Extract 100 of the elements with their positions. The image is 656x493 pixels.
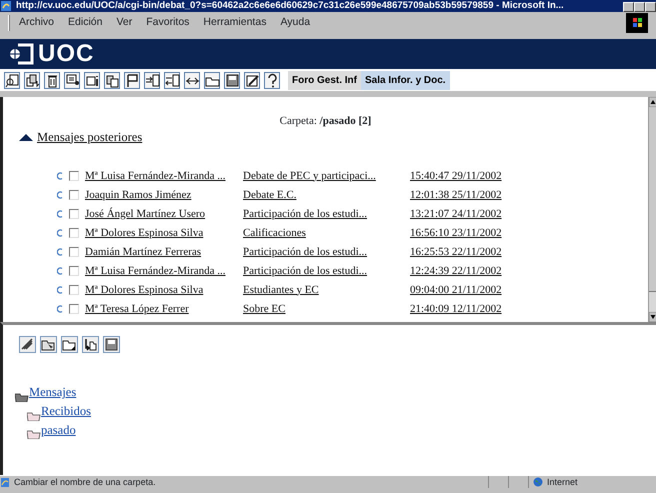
- document-arrow-icon: [164, 72, 180, 88]
- menu-item[interactable]: Ver: [116, 15, 132, 31]
- brush-icon: [20, 337, 35, 352]
- window-title: http://cv.uoc.edu/UOC/a/cgi-bin/debat_0?s=60462a2c6e6e6d60629c7c31c26e599e48675709ab53b59579859 - Microsoft In...: [16, 0, 565, 12]
- checkbox[interactable]: [69, 228, 79, 238]
- checkbox[interactable]: [69, 246, 79, 257]
- reply-icon: [57, 190, 63, 199]
- previous-messages-link[interactable]: Mensajes posteriores: [37, 128, 142, 146]
- reply-icon: [57, 304, 63, 313]
- date-link[interactable]: 15:40:47 29/11/2002: [410, 168, 502, 184]
- checkbox[interactable]: [69, 208, 79, 219]
- toolbar-button[interactable]: [64, 72, 80, 88]
- toolbar-button[interactable]: [184, 72, 200, 88]
- folder-icon: [27, 430, 41, 440]
- scrollbar-thumb[interactable]: [649, 107, 656, 292]
- documents-icon: [104, 72, 120, 88]
- document-arrow-icon: [144, 72, 160, 88]
- status-text: Cambiar el nombre de una carpeta.: [14, 476, 157, 488]
- menu-grip: [8, 15, 11, 31]
- subject-link[interactable]: Estudiantes y EC: [243, 284, 319, 296]
- subject-link[interactable]: Participación de los estudi...: [243, 246, 368, 258]
- windows-logo-icon: [626, 13, 648, 33]
- menu-item[interactable]: Archivo: [19, 15, 54, 31]
- checkbox[interactable]: [69, 190, 79, 200]
- subject-link[interactable]: Calificaciones: [243, 226, 306, 238]
- folder-link[interactable]: Mensajes: [29, 383, 76, 402]
- subject-link[interactable]: Participación de los estudi...: [243, 208, 368, 220]
- author-link[interactable]: Damián Martínez Ferreras: [85, 246, 202, 258]
- date-link[interactable]: 12:24:39 22/11/2002: [410, 262, 502, 279]
- subject-link[interactable]: Sobre EC: [243, 302, 286, 314]
- folder-toolbar-button[interactable]: [82, 336, 99, 353]
- close-button[interactable]: [645, 2, 656, 12]
- folder-icon: [15, 392, 29, 402]
- author-link[interactable]: Mª Dolores Espinosa Silva: [85, 226, 204, 238]
- documents-icon: [24, 72, 40, 88]
- author-link[interactable]: Mª Teresa López Ferrer: [85, 302, 189, 314]
- toolbar-button[interactable]: [224, 72, 240, 88]
- maximize-button[interactable]: [634, 2, 645, 12]
- flag-icon: [124, 72, 140, 88]
- folder-toolbar-button[interactable]: [19, 336, 36, 353]
- subject-link[interactable]: Debate de PEC y participaci...: [243, 170, 376, 182]
- author-link[interactable]: Joaquin Ramos Jiménez: [85, 188, 192, 200]
- folder-toolbar-button[interactable]: [103, 336, 120, 353]
- reply-icon: [57, 286, 63, 294]
- save-icon: [224, 72, 240, 88]
- date-link[interactable]: 21:40:09 12/11/2002: [410, 300, 502, 317]
- date-link[interactable]: 13:21:07 24/11/2002: [410, 206, 502, 222]
- checkbox[interactable]: [69, 170, 79, 181]
- toolbar-button[interactable]: [204, 72, 220, 88]
- folder-title: Carpeta: /pasado [2]: [280, 114, 372, 129]
- reply-icon: [57, 228, 63, 237]
- toolbar-button[interactable]: [144, 72, 160, 88]
- folder-toolbar-button[interactable]: [40, 336, 57, 353]
- date-link[interactable]: 09:04:00 21/11/2002: [410, 282, 502, 298]
- author-link[interactable]: José Ángel Martínez Usero: [85, 208, 206, 220]
- document-edit-icon: [64, 72, 80, 88]
- toolbar-button[interactable]: [164, 72, 180, 88]
- menu-item[interactable]: Herramientas: [203, 15, 266, 31]
- toolbar-button[interactable]: [84, 72, 100, 88]
- zone-label: Internet: [547, 476, 578, 488]
- pen-icon: [244, 72, 260, 88]
- globe-icon: [533, 477, 543, 487]
- menu-item[interactable]: Edición: [68, 15, 102, 31]
- subject-link[interactable]: Participación de los estudi...: [243, 264, 368, 276]
- folder-arrow-icon: [83, 337, 98, 352]
- toolbar-button[interactable]: [124, 72, 140, 88]
- browser-icon: [0, 0, 12, 12]
- save-icon: [104, 337, 119, 352]
- menu-item[interactable]: Ayuda: [280, 15, 310, 31]
- toolbar-button[interactable]: [104, 72, 120, 88]
- date-link[interactable]: 16:56:10 23/11/2002: [410, 224, 502, 241]
- checkbox[interactable]: [69, 266, 79, 276]
- folder-link[interactable]: Recibidos: [41, 402, 91, 420]
- page-icon: [0, 476, 10, 488]
- reply-icon: [57, 266, 63, 275]
- toolbar-button[interactable]: [24, 72, 40, 88]
- author-link[interactable]: Mª Luisa Fernández-Miranda ...: [85, 264, 226, 276]
- toolbar-button[interactable]: [264, 72, 280, 88]
- folder-link[interactable]: pasado: [41, 420, 76, 440]
- date-link[interactable]: 16:25:53 22/11/2002: [410, 244, 502, 260]
- date-link[interactable]: 12:01:38 25/11/2002: [410, 186, 502, 203]
- forum-tab[interactable]: Foro Gest. Inf: [288, 70, 361, 90]
- menu-item[interactable]: Favoritos: [146, 15, 190, 31]
- checkbox[interactable]: [69, 284, 79, 295]
- toolbar-button[interactable]: [44, 72, 60, 88]
- toolbar-button[interactable]: [244, 72, 260, 88]
- author-link[interactable]: Mª Luisa Fernández-Miranda ...: [85, 170, 226, 182]
- toolbar-button[interactable]: [4, 72, 20, 88]
- search-icon: [4, 72, 20, 88]
- author-link[interactable]: Mª Dolores Espinosa Silva: [85, 284, 204, 296]
- folder-toolbar-button[interactable]: [61, 336, 78, 353]
- subject-link[interactable]: Debate E.C.: [243, 188, 296, 200]
- logo-icon: [8, 43, 34, 65]
- folder-icon: [27, 412, 41, 420]
- minimize-button[interactable]: [623, 2, 634, 12]
- checkbox[interactable]: [69, 304, 79, 314]
- up-arrow-icon: [19, 132, 33, 141]
- reply-icon: [57, 248, 63, 256]
- forum-tab[interactable]: Sala Infor. y Doc.: [361, 70, 450, 90]
- reply-icon: [57, 210, 63, 218]
